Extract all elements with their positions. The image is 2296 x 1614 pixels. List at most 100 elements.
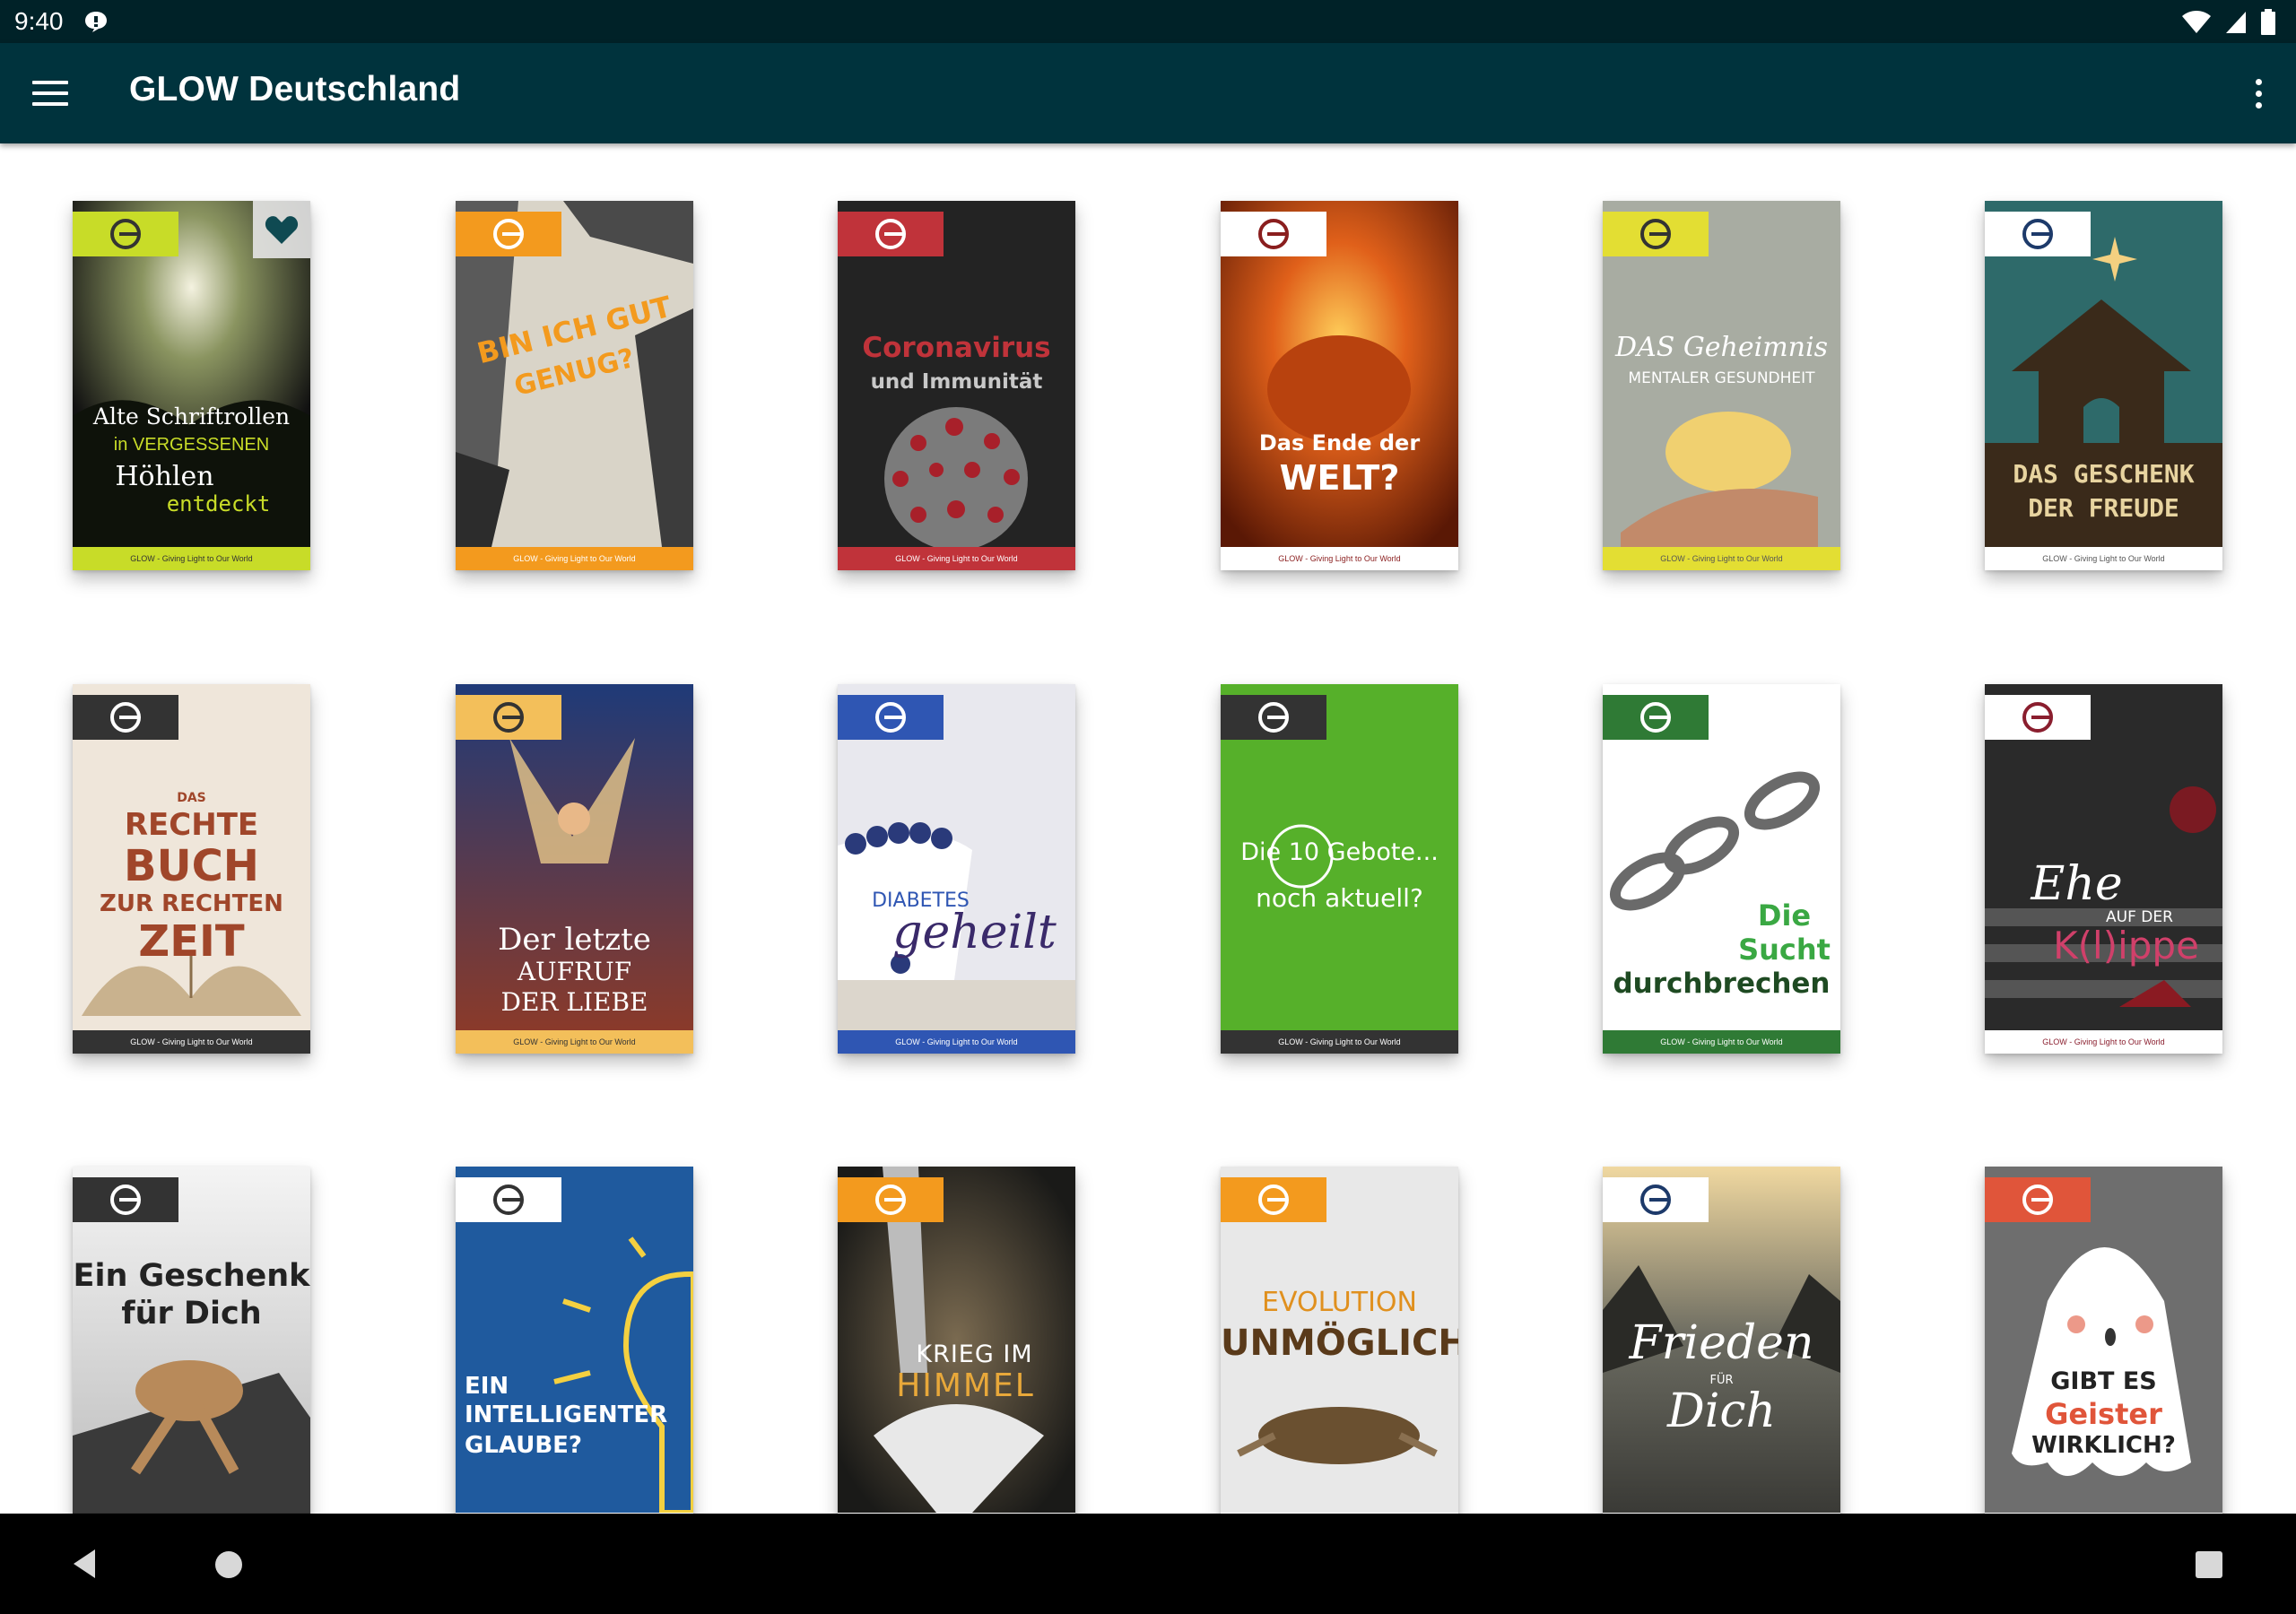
cover-title-line: Frieden xyxy=(1629,1316,1814,1370)
cover-title-line: Ehe xyxy=(2031,857,2123,911)
tract-grid: Alte Schriftrollen in VERGESSENEN Höhlen… xyxy=(0,143,2296,1514)
system-navigation-bar xyxy=(0,1514,2296,1614)
cover-title-line: für Dich xyxy=(121,1296,262,1332)
cover-title-line: K(l)ippe xyxy=(2053,924,2199,968)
cover-footer: GLOW - Giving Light to Our World xyxy=(1221,547,1458,570)
tract-card-zehn-gebote[interactable]: Die 10 Gebote... noch aktuell? GLOW - Gi… xyxy=(1221,684,1458,1054)
tract-card-geschenk-fuer-dich[interactable]: Ein Geschenk für Dich GLOW - Giving Ligh… xyxy=(73,1167,310,1514)
tract-card-ende-der-welt[interactable]: Das Ende der WELT? GLOW - Giving Light t… xyxy=(1221,201,1458,570)
tract-card-sucht-durchbrechen[interactable]: Die Sucht durchbrechen GLOW - Giving Lig… xyxy=(1603,684,1840,1054)
cover-title-line: KRIEG IM xyxy=(916,1341,1033,1368)
cover-title-line: Das Ende der xyxy=(1258,430,1421,456)
cover-footer: GLOW - Giving Light to Our World xyxy=(838,547,1075,570)
glow-logo xyxy=(73,695,178,740)
cover-title-line: Höhlen xyxy=(115,461,214,492)
cover-title-line: DER FREUDE xyxy=(2028,493,2179,523)
cover-title-line: RECHTE xyxy=(124,807,259,843)
signal-icon xyxy=(2226,12,2246,33)
glow-logo xyxy=(1221,212,1326,256)
cover-title-line: ZUR RECHTEN xyxy=(100,890,283,917)
cover-footer: GLOW - Giving Light to Our World xyxy=(73,547,310,570)
cover-title-line: UNMÖGLICH xyxy=(1221,1323,1458,1364)
cover-title-line: Der letzte xyxy=(498,922,651,958)
cover-title-line: ZEIT xyxy=(138,916,245,967)
cover-title-line: EVOLUTION xyxy=(1262,1287,1417,1318)
cover-title-line: DAS xyxy=(177,791,206,805)
glow-logo xyxy=(456,212,561,256)
tract-card-letzte-aufruf[interactable]: Der letzte AUFRUF DER LIEBE GLOW - Givin… xyxy=(456,684,693,1054)
tract-card-geheimnis-gesundheit[interactable]: DAS Geheimnis MENTALER GESUNDHEIT GLOW -… xyxy=(1603,201,1840,570)
tract-card-ehe-klippe[interactable]: Ehe AUF DER K(l)ippe GLOW - Giving Light… xyxy=(1985,684,2222,1054)
cover-title-line: AUFRUF xyxy=(517,957,632,986)
back-icon[interactable] xyxy=(66,1546,102,1582)
tract-card-alte-schriftrollen[interactable]: Alte Schriftrollen in VERGESSENEN Höhlen… xyxy=(73,201,310,570)
glow-logo xyxy=(1985,695,2091,740)
app-title: GLOW Deutschland xyxy=(129,70,461,108)
glow-logo xyxy=(838,1177,944,1222)
cover-title-line: Dich xyxy=(1667,1384,1776,1438)
glow-logo xyxy=(838,695,944,740)
tract-card-frieden-fuer-dich[interactable]: Frieden FÜR Dich xyxy=(1603,1167,1840,1514)
cover-footer: GLOW - Giving Light to Our World xyxy=(838,1030,1075,1054)
tract-card-diabetes-geheilt[interactable]: DIABETES geheilt GLOW - Giving Light to … xyxy=(838,684,1075,1054)
hamburger-menu-icon[interactable] xyxy=(22,70,79,117)
cover-title-line: WELT? xyxy=(1279,458,1400,498)
cover-footer: GLOW - Giving Light to Our World xyxy=(1603,1030,1840,1054)
cover-title-line: DER LIEBE xyxy=(500,987,648,1017)
notification-icon xyxy=(85,12,107,32)
glow-logo xyxy=(1603,212,1709,256)
cover-title-line: und Immunität xyxy=(870,370,1043,394)
cover-title-line: EIN xyxy=(465,1373,509,1400)
recents-icon[interactable] xyxy=(2196,1551,2222,1578)
glow-logo xyxy=(838,212,944,256)
tract-card-evolution-unmoeglich[interactable]: EVOLUTION UNMÖGLICH xyxy=(1221,1167,1458,1514)
cover-title-line: GLAUBE? xyxy=(465,1432,583,1459)
battery-icon xyxy=(2261,9,2275,35)
favorite-heart-icon[interactable] xyxy=(253,201,310,258)
glow-logo xyxy=(1985,1177,2091,1222)
glow-logo xyxy=(1221,695,1326,740)
tract-card-geister-wirklich[interactable]: GIBT ES Geister WIRKLICH? xyxy=(1985,1167,2222,1514)
glow-logo xyxy=(73,1177,178,1222)
tract-card-bin-ich-gut-genug[interactable]: BIN ICH GUT GENUG? GLOW - Giving Light t… xyxy=(456,201,693,570)
cover-footer: GLOW - Giving Light to Our World xyxy=(1985,547,2222,570)
cover-footer: GLOW - Giving Light to Our World xyxy=(73,1030,310,1054)
glow-logo xyxy=(1985,212,2091,256)
glow-logo xyxy=(1603,1177,1709,1222)
cover-title-line: Ein Geschenk xyxy=(73,1258,310,1294)
tract-card-geschenk-der-freude[interactable]: DAS GESCHENK DER FREUDE GLOW - Giving Li… xyxy=(1985,201,2222,570)
cover-footer: GLOW - Giving Light to Our World xyxy=(1985,1030,2222,1054)
cover-title-line: entdeckt xyxy=(166,491,271,516)
cover-title-line: INTELLIGENTER xyxy=(465,1401,668,1428)
tract-card-intelligenter-glaube[interactable]: EIN INTELLIGENTER GLAUBE? xyxy=(456,1167,693,1514)
wifi-icon xyxy=(2182,11,2211,33)
cover-footer: GLOW - Giving Light to Our World xyxy=(1221,1030,1458,1054)
cover-title-line: DAS Geheimnis xyxy=(1615,332,1828,363)
status-bar: 9:40 xyxy=(0,0,2296,43)
cover-title-line: Die xyxy=(1757,898,1812,933)
glow-logo xyxy=(1221,1177,1326,1222)
home-icon[interactable] xyxy=(215,1551,242,1578)
glow-logo xyxy=(456,695,561,740)
cover-title-line: HIMMEL xyxy=(896,1367,1035,1404)
cover-title-line: MENTALER GESUNDHEIT xyxy=(1628,369,1815,387)
cover-title-line: WIRKLICH? xyxy=(2031,1432,2176,1459)
tract-card-rechte-buch[interactable]: DAS RECHTE BUCH ZUR RECHTEN ZEIT GLOW - … xyxy=(73,684,310,1054)
cover-title-line: durchbrechen xyxy=(1613,968,1831,1000)
cover-title-line: Coronavirus xyxy=(862,332,1051,364)
cover-title-line: DAS GESCHENK xyxy=(2013,459,2195,489)
glow-logo xyxy=(73,212,178,256)
cover-title-line: in VERGESSENEN xyxy=(113,435,270,455)
tract-card-coronavirus[interactable]: Coronavirus und Immunität GLOW - Giving … xyxy=(838,201,1075,570)
more-options-icon[interactable] xyxy=(2237,70,2280,117)
cover-title-line: Geister xyxy=(2045,1397,2162,1431)
cover-title-line: geheilt xyxy=(892,906,1057,959)
cover-title-line: Die 10 Gebote... xyxy=(1240,838,1439,866)
cover-footer: GLOW - Giving Light to Our World xyxy=(1603,547,1840,570)
glow-logo xyxy=(456,1177,561,1222)
cover-title-line: Alte Schriftrollen xyxy=(92,404,291,430)
cover-footer: GLOW - Giving Light to Our World xyxy=(456,1030,693,1054)
tract-card-krieg-im-himmel[interactable]: KRIEG IM HIMMEL xyxy=(838,1167,1075,1514)
cover-title-line: Sucht xyxy=(1738,933,1831,967)
cover-title-line: BUCH xyxy=(124,841,259,891)
